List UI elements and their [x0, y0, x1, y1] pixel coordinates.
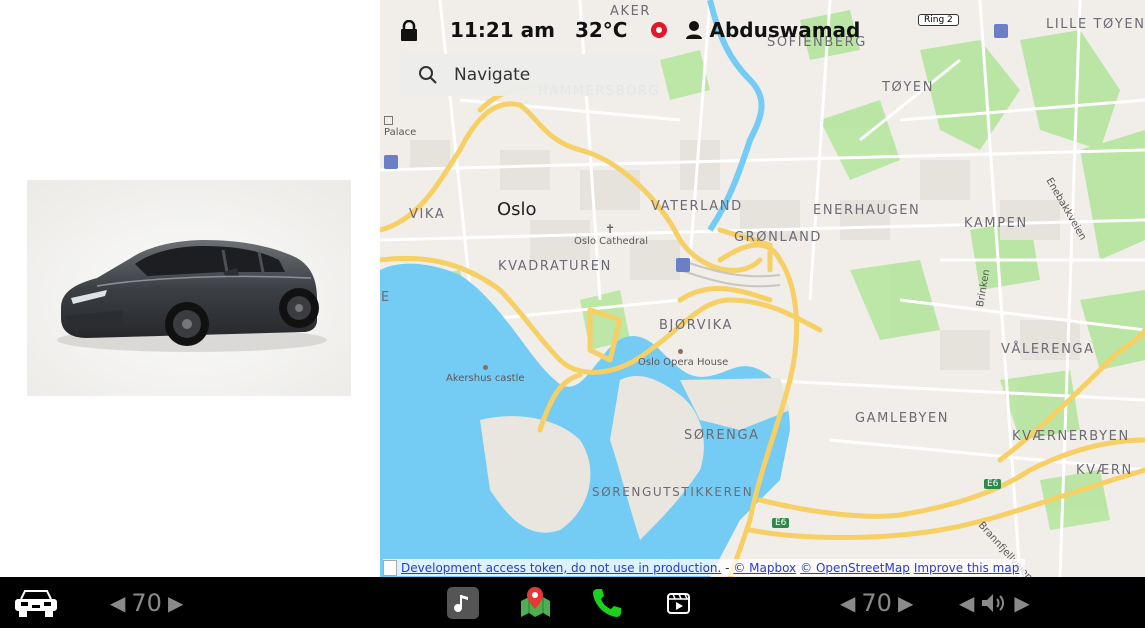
map-label-district: BJØRVIKA	[659, 318, 734, 333]
improve-map-link[interactable]: Improve this map	[914, 561, 1020, 575]
navigation-button[interactable]	[519, 585, 552, 619]
search-input[interactable]: Navigate	[454, 65, 530, 85]
clock-time: 11:21 am	[450, 18, 555, 42]
church-icon: ✝	[605, 222, 616, 236]
map-label-district: SØRENGUTSTIKKEREN	[592, 485, 754, 499]
map-label-district: KVADRATUREN	[498, 259, 612, 274]
vehicle-panel	[0, 0, 380, 577]
user-icon[interactable]	[685, 20, 703, 40]
map-label-district: VATERLAND	[651, 199, 743, 214]
car-button[interactable]	[13, 587, 59, 619]
media-player-button[interactable]	[667, 591, 690, 615]
train-station-icon	[384, 155, 398, 169]
volume-up-arrow-icon[interactable]: ▶	[1014, 591, 1029, 615]
map-poi-palace: Palace	[384, 127, 417, 138]
map-label-district: KVÆRN	[1076, 463, 1133, 478]
phone-button[interactable]	[591, 586, 623, 618]
outside-temperature: 32°C	[574, 18, 628, 42]
temp-up-arrow-icon[interactable]: ▶	[168, 591, 183, 615]
dev-token-link[interactable]: Development access token, do not use in …	[401, 561, 721, 575]
user-name[interactable]: Abduswamad	[709, 18, 860, 42]
bottom-bar: ◀ 70 ▶ ◀ 70 ▶ ◀ ▶	[0, 577, 1145, 628]
map-label-district: LILLE TØYEN	[1046, 17, 1145, 32]
palace-icon	[384, 116, 393, 125]
map-poi-opera: Oslo Opera House	[638, 357, 729, 368]
maps-icon	[521, 587, 550, 617]
map-label-district: SØRENGA	[684, 428, 760, 443]
map-label-district: TØYEN	[882, 80, 935, 95]
search-icon	[418, 65, 438, 85]
temp-down-arrow-icon[interactable]: ◀	[840, 591, 855, 615]
car-image	[27, 180, 351, 396]
driver-climate-control: ◀ 70 ▶	[110, 587, 183, 619]
map-label-district: GRØNLAND	[734, 230, 823, 245]
document-icon	[383, 559, 397, 576]
map-label-district: VIKA	[409, 207, 446, 222]
map-label-district: KVÆRNERBYEN	[1012, 429, 1130, 444]
map-label-district: VÅLERENGA	[1001, 342, 1095, 357]
status-bar: 11:21 am 32°C Abduswamad	[398, 14, 860, 46]
road-shield-e6: E6	[772, 518, 790, 528]
map-attribution: Development access token, do not use in …	[383, 559, 1026, 576]
map-poi-cathedral: Oslo Cathedral	[574, 236, 649, 247]
map-label-city: Oslo	[497, 199, 537, 220]
train-station-icon	[676, 258, 690, 272]
mapbox-link[interactable]: © Mapbox	[733, 561, 796, 575]
attribution-separator: -	[721, 560, 734, 575]
map-poi-akershus: Akershus castle	[446, 373, 525, 384]
navigate-search[interactable]: Navigate	[400, 54, 658, 96]
driver-temperature: 70	[131, 589, 162, 617]
lock-icon[interactable]	[398, 16, 420, 44]
poi-dot-icon	[483, 365, 488, 370]
poi-dot-icon	[678, 349, 683, 354]
temp-up-arrow-icon[interactable]: ▶	[898, 591, 913, 615]
map-label-district: GAMLEBYEN	[855, 411, 950, 426]
map-label-district: E	[381, 290, 391, 305]
passenger-climate-control: ◀ 70 ▶	[840, 587, 913, 619]
phone-icon	[593, 589, 621, 617]
map-label-district: ENERHAUGEN	[813, 203, 921, 218]
volume-control: ◀ ▶	[959, 587, 1030, 619]
train-station-icon	[994, 24, 1008, 38]
music-button[interactable]	[447, 587, 479, 619]
temp-down-arrow-icon[interactable]: ◀	[110, 591, 125, 615]
video-player-icon	[667, 593, 690, 614]
osm-link[interactable]: © OpenStreetMap	[800, 561, 910, 575]
speaker-icon[interactable]	[980, 591, 1008, 615]
road-shield-ring2: Ring 2	[918, 14, 959, 26]
road-shield-e6: E6	[984, 479, 1002, 489]
car-icon	[15, 590, 57, 617]
music-icon	[447, 587, 479, 619]
map-label-district: KAMPEN	[964, 216, 1028, 231]
volume-down-arrow-icon[interactable]: ◀	[959, 591, 974, 615]
recording-icon[interactable]	[651, 22, 668, 38]
passenger-temperature: 70	[861, 589, 892, 617]
